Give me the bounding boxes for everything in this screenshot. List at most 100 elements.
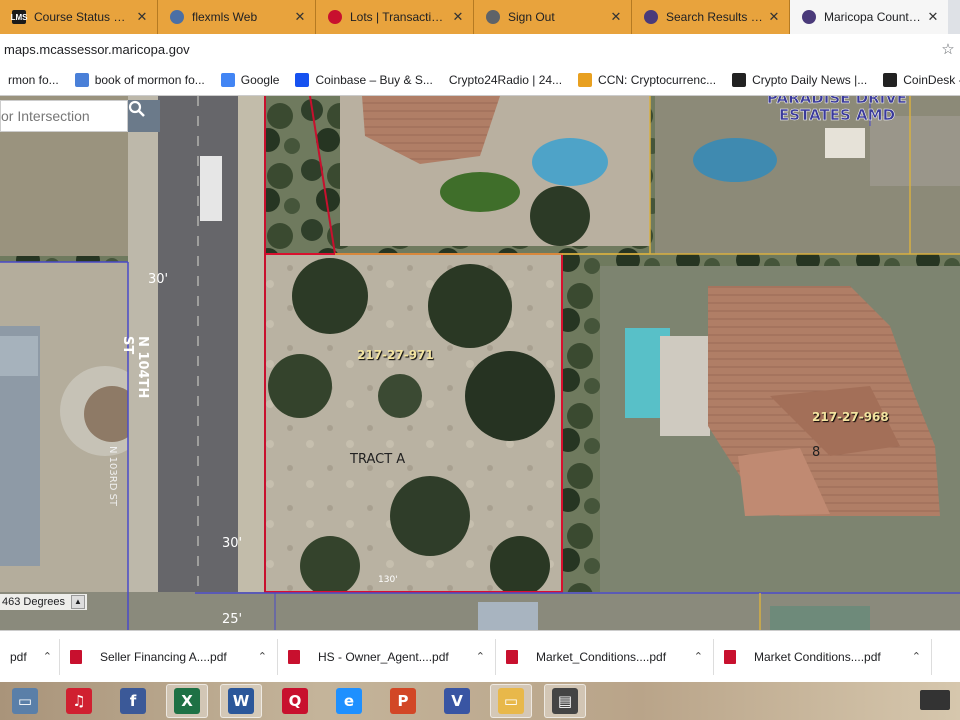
download-filename: HS - Owner_Agent....pdf bbox=[318, 649, 449, 664]
download-item[interactable]: pdf ⌃ bbox=[0, 638, 60, 675]
pdf-file-icon bbox=[288, 649, 300, 664]
taskbar-button[interactable]: f bbox=[112, 684, 154, 718]
bookmark-item[interactable]: Crypto24Radio | 24... bbox=[441, 73, 570, 87]
tab-title: flexmls Web bbox=[192, 10, 258, 24]
bookmark-item[interactable]: Google bbox=[213, 72, 288, 87]
search-placeholder: or Intersection bbox=[1, 108, 90, 124]
coinbase-icon bbox=[295, 72, 310, 87]
tab-0[interactable]: LMS Course Status – EZA ✕ bbox=[0, 0, 158, 34]
tab-5[interactable]: Maricopa County Assessor ✕ bbox=[790, 0, 948, 34]
internet-explorer-icon: e bbox=[336, 688, 362, 714]
map-search-input[interactable]: or Intersection bbox=[0, 100, 128, 132]
chevron-up-icon[interactable]: ⌃ bbox=[258, 650, 267, 663]
taskbar-button[interactable]: e bbox=[328, 684, 370, 718]
taskbar-button[interactable]: Q bbox=[274, 684, 316, 718]
bookmark-item[interactable]: Coinbase – Buy & S... bbox=[287, 72, 440, 87]
search-icon bbox=[128, 100, 145, 117]
close-icon[interactable]: ✕ bbox=[609, 9, 623, 25]
parcel-map[interactable]: PARADISE DRIVE ESTATES AMD 217-27-971 21… bbox=[0, 96, 960, 630]
bookmark-label: book of mormon fo... bbox=[94, 72, 205, 87]
printer-icon: ▤ bbox=[552, 688, 578, 714]
subdivision-label: PARADISE DRIVE ESTATES AMD bbox=[762, 96, 912, 124]
keyboard-icon[interactable] bbox=[920, 690, 950, 710]
taskbar: ▭ ♫ f X W Qe P V ▭ ▤ bbox=[0, 682, 960, 720]
bookmark-item[interactable]: book of mormon fo... bbox=[67, 72, 213, 87]
facebook-icon: f bbox=[120, 688, 146, 714]
download-filename: Market Conditions....pdf bbox=[754, 649, 881, 664]
download-item[interactable]: HS - Owner_Agent....pdf ⌃ bbox=[278, 638, 496, 675]
taskbar-button[interactable]: ▭ bbox=[4, 684, 46, 718]
bookmarks-bar: rmon fo... book of mormon fo... Google Coin… bbox=[0, 64, 960, 96]
chevron-up-icon[interactable]: ⌃ bbox=[43, 650, 52, 663]
lot-number-label: 8 bbox=[812, 445, 821, 460]
street-label: N 104TH ST bbox=[120, 336, 150, 399]
tab-title: Sign Out bbox=[508, 10, 555, 24]
url-text[interactable]: maps.mcassessor.maricopa.gov bbox=[4, 42, 936, 57]
download-filename: Market_Conditions....pdf bbox=[536, 649, 667, 664]
close-icon[interactable]: ✕ bbox=[767, 9, 781, 25]
taskbar-button[interactable]: ▤ bbox=[544, 684, 586, 718]
bookmark-label: Coinbase – Buy & S... bbox=[315, 72, 433, 87]
tab-title: Course Status – EZA bbox=[34, 10, 131, 24]
coindesk-icon bbox=[883, 72, 898, 87]
pdf-file-icon bbox=[70, 649, 82, 664]
excel-icon: X bbox=[174, 688, 200, 714]
close-icon[interactable]: ✕ bbox=[135, 9, 149, 25]
bookmark-item[interactable]: CCN: Cryptocurrenc... bbox=[570, 72, 724, 87]
pdf-file-icon bbox=[506, 649, 518, 664]
map-search-button[interactable] bbox=[128, 100, 160, 132]
downloads-bar: pdf ⌃ Seller Financing A....pdf ⌃ HS - Owner… bbox=[0, 630, 960, 682]
visio-icon: V bbox=[444, 688, 470, 714]
tab-title: Search Results - Maricopa bbox=[666, 10, 763, 24]
bookmark-star-icon[interactable]: ☆ bbox=[936, 40, 960, 58]
tab-1[interactable]: flexmls Web ✕ bbox=[158, 0, 316, 34]
rotation-control[interactable]: 463 Degrees ▲ bbox=[0, 594, 87, 610]
taskbar-button[interactable]: W bbox=[220, 684, 262, 718]
dimension-30-bottom: 30' bbox=[222, 536, 243, 551]
ccn-icon bbox=[578, 72, 593, 87]
rotation-label: 463 Degrees bbox=[2, 596, 65, 608]
globe-icon bbox=[486, 10, 500, 24]
tab-2[interactable]: Lots | TransactionDesk ✕ bbox=[316, 0, 474, 34]
taskbar-button[interactable]: ▭ bbox=[490, 684, 532, 718]
parcel-label-main[interactable]: 217-27-971 bbox=[357, 348, 434, 362]
chevron-up-icon[interactable]: ▲ bbox=[71, 595, 85, 609]
bookmark-label: CoinDesk - Lead bbox=[903, 72, 960, 87]
bookmark-item[interactable]: rmon fo... bbox=[0, 73, 67, 87]
taskbar-button[interactable]: ♫ bbox=[58, 684, 100, 718]
music-app-icon: ♫ bbox=[66, 688, 92, 714]
close-icon[interactable]: ✕ bbox=[293, 9, 307, 25]
quicken-icon: Q bbox=[282, 688, 308, 714]
powerpoint-icon: P bbox=[390, 688, 416, 714]
flexmls-icon bbox=[170, 10, 184, 24]
file-explorer-icon: ▭ bbox=[498, 688, 524, 714]
chevron-up-icon[interactable]: ⌃ bbox=[476, 650, 485, 663]
crypto-daily-icon bbox=[732, 72, 747, 87]
download-item[interactable]: Seller Financing A....pdf ⌃ bbox=[60, 638, 278, 675]
pdf-file-icon bbox=[724, 649, 736, 664]
download-item[interactable]: Market_Conditions....pdf ⌃ bbox=[496, 638, 714, 675]
taskbar-button[interactable]: V bbox=[436, 684, 478, 718]
word-icon: W bbox=[228, 688, 254, 714]
lms-icon: LMS bbox=[11, 10, 27, 24]
download-item[interactable]: Market Conditions....pdf ⌃ bbox=[714, 638, 932, 675]
taskbar-button[interactable]: P bbox=[382, 684, 424, 718]
tract-label: TRACT A bbox=[350, 452, 406, 467]
dimension-130: 130' bbox=[378, 575, 398, 585]
parcel-label-east[interactable]: 217-27-968 bbox=[812, 410, 889, 424]
close-icon[interactable]: ✕ bbox=[926, 9, 940, 25]
maricopa-seal-icon bbox=[644, 10, 658, 24]
bookmark-label: rmon fo... bbox=[8, 72, 59, 87]
tab-3[interactable]: Sign Out ✕ bbox=[474, 0, 632, 34]
bookmark-item[interactable]: Crypto Daily News |... bbox=[724, 72, 875, 87]
chevron-up-icon[interactable]: ⌃ bbox=[912, 650, 921, 663]
bookmark-item[interactable]: CoinDesk - Lead bbox=[875, 72, 960, 87]
dimension-25: 25' bbox=[222, 612, 243, 627]
close-icon[interactable]: ✕ bbox=[451, 9, 465, 25]
address-bar[interactable]: maps.mcassessor.maricopa.gov ☆ bbox=[0, 34, 960, 64]
chevron-up-icon[interactable]: ⌃ bbox=[694, 650, 703, 663]
download-filename: Seller Financing A....pdf bbox=[100, 649, 227, 664]
taskbar-button[interactable]: X bbox=[166, 684, 208, 718]
subdivision-line-2: ESTATES AMD bbox=[778, 106, 896, 124]
tab-4[interactable]: Search Results - Maricopa ✕ bbox=[632, 0, 790, 34]
